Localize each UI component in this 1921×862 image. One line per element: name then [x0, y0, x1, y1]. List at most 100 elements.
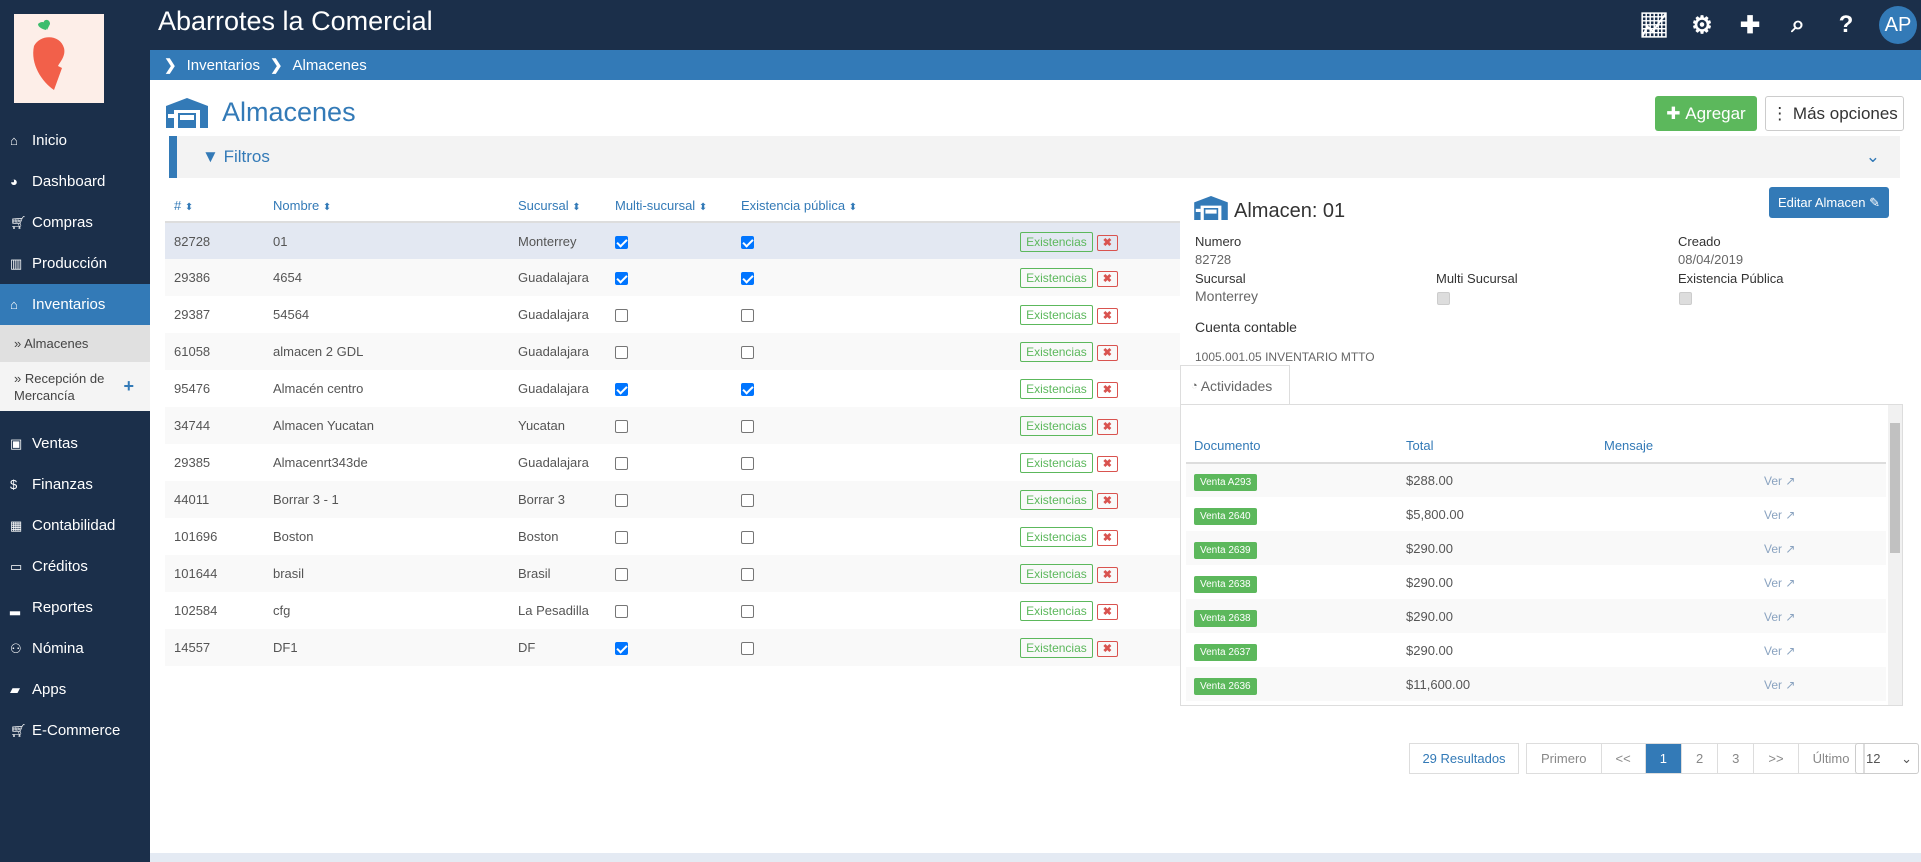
delete-icon[interactable]: ✖ — [1096, 234, 1118, 251]
stock-button[interactable]: Existencias — [1020, 379, 1093, 399]
stock-button[interactable]: Existencias — [1020, 305, 1093, 325]
col-header-3[interactable]: Multi-sucursal ⬍ — [606, 190, 732, 223]
delete-icon[interactable]: ✖ — [1096, 308, 1118, 324]
page-button-4[interactable]: 3 — [1718, 744, 1755, 773]
delete-icon[interactable]: ✖ — [1096, 493, 1118, 509]
public-checkbox[interactable] — [741, 383, 754, 397]
multi-checkbox[interactable] — [615, 568, 628, 582]
stock-button[interactable]: Existencias — [1020, 416, 1093, 436]
scrollbar[interactable] — [1888, 405, 1902, 705]
page-button-2[interactable]: 1 — [1645, 744, 1682, 773]
delete-icon[interactable]: ✖ — [1096, 604, 1118, 620]
document-badge[interactable]: Venta 2639 — [1194, 541, 1257, 559]
col-header-2[interactable]: Sucursal ⬍ — [509, 190, 606, 223]
avatar[interactable]: AP — [1879, 6, 1917, 44]
multi-checkbox[interactable] — [615, 642, 628, 656]
public-checkbox[interactable] — [741, 568, 754, 582]
sidebar-item-ventas[interactable]: ▣ Ventas — [0, 423, 150, 464]
sidebar-subitem-almacenes[interactable]: » Almacenes — [0, 325, 150, 362]
multi-checkbox[interactable] — [615, 605, 628, 619]
chevron-down-icon[interactable]: ⌄ — [1866, 147, 1880, 167]
table-row[interactable]: 102584 cfg La Pesadilla Existencias ✖ — [165, 592, 1180, 629]
view-link[interactable]: Ver ↗ — [1764, 610, 1795, 624]
per-page-select[interactable]: 12 ⌄ — [1855, 743, 1919, 774]
table-row[interactable]: 95476 Almacén centro Guadalajara Existen… — [165, 370, 1180, 407]
multi-checkbox[interactable] — [615, 383, 628, 397]
search-icon[interactable]: ⌕ — [1783, 11, 1813, 39]
page-button-3[interactable]: 2 — [1682, 744, 1719, 773]
table-row[interactable]: 29386 4654 Guadalajara Existencias ✖ — [165, 259, 1180, 296]
question-icon[interactable]: ? — [1831, 11, 1861, 39]
more-options-button[interactable]: ⋮ Más opciones — [1765, 96, 1904, 131]
table-row[interactable]: 44011 Borrar 3 - 1 Borrar 3 Existencias ✖ — [165, 481, 1180, 518]
stock-button[interactable]: Existencias — [1020, 601, 1093, 621]
stock-button[interactable]: Existencias — [1020, 231, 1093, 252]
public-checkbox[interactable] — [741, 642, 754, 656]
table-row[interactable]: 14557 DF1 DF Existencias ✖ — [165, 629, 1180, 666]
document-badge[interactable]: Venta 2638 — [1194, 609, 1257, 627]
delete-icon[interactable]: ✖ — [1096, 382, 1118, 398]
plus-icon[interactable]: ✚ — [1735, 11, 1765, 40]
table-row[interactable]: 61058 almacen 2 GDL Guadalajara Existenc… — [165, 333, 1180, 370]
stock-button[interactable]: Existencias — [1020, 342, 1093, 362]
delete-icon[interactable]: ✖ — [1096, 271, 1118, 287]
gear-icon[interactable]: ⚙ — [1687, 11, 1717, 40]
add-button[interactable]: ✚ Agregar — [1655, 96, 1757, 131]
delete-icon[interactable]: ✖ — [1096, 567, 1118, 583]
document-badge[interactable]: Venta 2637 — [1194, 643, 1257, 661]
document-badge[interactable]: Venta A293 — [1194, 474, 1258, 491]
delete-icon[interactable]: ✖ — [1096, 419, 1118, 435]
page-button-0[interactable]: Primero — [1527, 744, 1602, 773]
sidebar-item-4[interactable]: ⌂ Inventarios — [0, 284, 150, 325]
document-badge[interactable]: Venta 2640 — [1194, 507, 1257, 525]
sidebar-item-reportes[interactable]: ▂ Reportes — [0, 587, 150, 628]
delete-icon[interactable]: ✖ — [1096, 530, 1118, 546]
stock-button[interactable]: Existencias — [1020, 490, 1093, 510]
sidebar-item-contabilidad[interactable]: ▦ Contabilidad — [0, 505, 150, 546]
sidebar-subitem-recepcion[interactable]: » Recepción de Mercancía + — [0, 362, 150, 411]
table-row[interactable]: 101696 Boston Boston Existencias ✖ — [165, 518, 1180, 555]
multi-checkbox[interactable] — [615, 494, 628, 508]
sidebar-item-1[interactable]: ◕ Dashboard — [0, 161, 150, 202]
stock-button[interactable]: Existencias — [1020, 527, 1093, 547]
delete-icon[interactable]: ✖ — [1096, 345, 1118, 361]
page-button-5[interactable]: >> — [1754, 744, 1799, 773]
sidebar-item-e-commerce[interactable]: 🛒︎ E-Commerce — [0, 710, 150, 751]
view-link[interactable]: Ver ↗ — [1764, 474, 1795, 488]
stock-button[interactable]: Existencias — [1020, 268, 1093, 288]
public-checkbox[interactable] — [741, 531, 754, 545]
public-checkbox[interactable] — [741, 420, 754, 434]
filters-panel[interactable]: ▼ Filtros ⌄ — [169, 136, 1900, 178]
col-header-4[interactable]: Existencia pública ⬍ — [732, 190, 902, 223]
plus-icon[interactable]: + — [123, 377, 134, 395]
multi-checkbox[interactable] — [615, 309, 628, 323]
view-link[interactable]: Ver ↗ — [1764, 576, 1795, 590]
sidebar-item-0[interactable]: ⌂ Inicio — [0, 120, 150, 161]
stock-button[interactable]: Existencias — [1020, 453, 1093, 473]
edit-warehouse-button[interactable]: Editar Almacen ✎ — [1769, 187, 1889, 218]
sidebar-item-3[interactable]: ▥ Producción — [0, 243, 150, 284]
table-row[interactable]: 29385 Almacenrt343de Guadalajara Existen… — [165, 444, 1180, 481]
sidebar-item-finanzas[interactable]: $ Finanzas — [0, 464, 150, 505]
scroll-thumb[interactable] — [1890, 423, 1900, 553]
public-checkbox[interactable] — [741, 272, 754, 286]
view-link[interactable]: Ver ↗ — [1764, 508, 1795, 522]
table-row[interactable]: 101644 brasil Brasil Existencias ✖ — [165, 555, 1180, 592]
chart-line-icon[interactable]: 📈︎ — [1639, 11, 1669, 40]
sidebar-item-apps[interactable]: ▰ Apps — [0, 669, 150, 710]
stock-button[interactable]: Existencias — [1020, 638, 1093, 658]
multi-checkbox[interactable] — [615, 272, 628, 286]
public-checkbox[interactable] — [741, 494, 754, 508]
delete-icon[interactable]: ✖ — [1096, 641, 1118, 657]
tab-actividades[interactable]: ◔ Actividades — [1180, 365, 1290, 405]
view-link[interactable]: Ver ↗ — [1764, 644, 1795, 658]
multi-checkbox[interactable] — [615, 420, 628, 434]
view-link[interactable]: Ver ↗ — [1764, 542, 1795, 556]
view-link[interactable]: Ver ↗ — [1764, 678, 1795, 692]
breadcrumb-inventarios[interactable]: Inventarios — [187, 57, 260, 74]
sidebar-item-2[interactable]: 🛒︎ Compras — [0, 202, 150, 243]
table-row[interactable]: 29387 54564 Guadalajara Existencias ✖ — [165, 296, 1180, 333]
sidebar-item-nómina[interactable]: ⚇ Nómina — [0, 628, 150, 669]
page-button-1[interactable]: << — [1602, 744, 1646, 773]
col-header-0[interactable]: # ⬍ — [165, 190, 264, 223]
